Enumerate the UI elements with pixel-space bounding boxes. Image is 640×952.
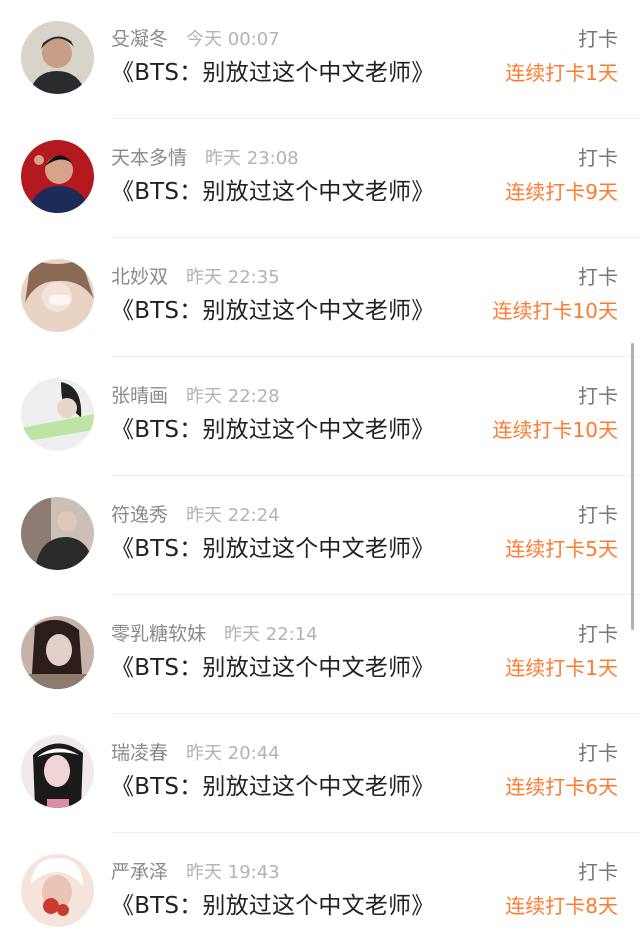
user-name[interactable]: 北妙双	[111, 266, 168, 288]
checkin-label: 打卡	[578, 265, 618, 289]
checkin-list: 殳凝冬 今天 00:07 《BTS：别放过这个中文老师》 打卡 连续打卡1天 天本…	[0, 0, 640, 945]
streak-label: 连续打卡10天	[492, 299, 618, 323]
streak-label: 连续打卡1天	[505, 61, 618, 85]
checkin-label: 打卡	[578, 146, 618, 170]
book-title[interactable]: 《BTS：别放过这个中文老师》	[111, 891, 434, 921]
user-name[interactable]: 瑞凌春	[111, 742, 168, 764]
avatar[interactable]	[21, 616, 94, 689]
user-name[interactable]: 殳凝冬	[111, 28, 168, 50]
avatar[interactable]	[21, 854, 94, 927]
user-name[interactable]: 天本多情	[111, 147, 187, 169]
user-name-line: 天本多情 昨天 23:08	[111, 145, 299, 172]
post-time: 昨天 19:43	[186, 862, 280, 883]
post-time: 昨天 22:28	[186, 386, 280, 407]
post-time: 昨天 20:44	[186, 743, 280, 764]
list-item[interactable]: 严承泽 昨天 19:43 《BTS：别放过这个中文老师》 打卡 连续打卡8天	[0, 833, 640, 952]
streak-label: 连续打卡10天	[492, 418, 618, 442]
user-name[interactable]: 张晴画	[111, 385, 168, 407]
user-name[interactable]: 零乳糖软妹	[111, 623, 206, 645]
avatar-image	[21, 497, 94, 570]
avatar[interactable]	[21, 140, 94, 213]
list-item[interactable]: 符逸秀 昨天 22:24 《BTS：别放过这个中文老师》 打卡 连续打卡5天	[0, 476, 640, 595]
book-title[interactable]: 《BTS：别放过这个中文老师》	[111, 58, 434, 88]
list-item[interactable]: 北妙双 昨天 22:35 《BTS：别放过这个中文老师》 打卡 连续打卡10天	[0, 238, 640, 357]
avatar-image	[21, 259, 94, 332]
checkin-label: 打卡	[578, 503, 618, 527]
book-title[interactable]: 《BTS：别放过这个中文老师》	[111, 296, 434, 326]
streak-label: 连续打卡5天	[505, 537, 618, 561]
avatar-image	[21, 21, 94, 94]
list-item[interactable]: 零乳糖软妹 昨天 22:14 《BTS：别放过这个中文老师》 打卡 连续打卡1天	[0, 595, 640, 714]
streak-label: 连续打卡6天	[505, 775, 618, 799]
user-name[interactable]: 符逸秀	[111, 504, 168, 526]
checkin-label: 打卡	[578, 860, 618, 884]
post-time: 昨天 22:24	[186, 505, 280, 526]
book-title[interactable]: 《BTS：别放过这个中文老师》	[111, 653, 434, 683]
user-name-line: 北妙双 昨天 22:35	[111, 264, 280, 291]
user-name[interactable]: 严承泽	[111, 861, 168, 883]
avatar-image	[21, 378, 94, 451]
book-title[interactable]: 《BTS：别放过这个中文老师》	[111, 772, 434, 802]
post-time: 昨天 23:08	[205, 148, 299, 169]
avatar[interactable]	[21, 735, 94, 808]
list-item[interactable]: 天本多情 昨天 23:08 《BTS：别放过这个中文老师》 打卡 连续打卡9天	[0, 119, 640, 238]
book-title[interactable]: 《BTS：别放过这个中文老师》	[111, 534, 434, 564]
avatar-image	[21, 140, 94, 213]
streak-label: 连续打卡9天	[505, 180, 618, 204]
checkin-label: 打卡	[578, 622, 618, 646]
streak-label: 连续打卡8天	[505, 894, 618, 918]
list-item[interactable]: 瑞凌春 昨天 20:44 《BTS：别放过这个中文老师》 打卡 连续打卡6天	[0, 714, 640, 833]
user-name-line: 瑞凌春 昨天 20:44	[111, 740, 280, 767]
checkin-label: 打卡	[578, 384, 618, 408]
avatar-image	[21, 616, 94, 689]
book-title[interactable]: 《BTS：别放过这个中文老师》	[111, 415, 434, 445]
avatar-image	[21, 854, 94, 927]
user-name-line: 张晴画 昨天 22:28	[111, 383, 280, 410]
avatar[interactable]	[21, 21, 94, 94]
post-time: 今天 00:07	[186, 29, 280, 50]
checkin-label: 打卡	[578, 741, 618, 765]
post-time: 昨天 22:14	[224, 624, 318, 645]
checkin-label: 打卡	[578, 27, 618, 51]
user-name-line: 零乳糖软妹 昨天 22:14	[111, 621, 318, 648]
book-title[interactable]: 《BTS：别放过这个中文老师》	[111, 177, 434, 207]
user-name-line: 殳凝冬 今天 00:07	[111, 26, 280, 53]
avatar[interactable]	[21, 378, 94, 451]
user-name-line: 符逸秀 昨天 22:24	[111, 502, 280, 529]
list-item[interactable]: 张晴画 昨天 22:28 《BTS：别放过这个中文老师》 打卡 连续打卡10天	[0, 357, 640, 476]
avatar[interactable]	[21, 259, 94, 332]
user-name-line: 严承泽 昨天 19:43	[111, 859, 280, 886]
streak-label: 连续打卡1天	[505, 656, 618, 680]
avatar-image	[21, 735, 94, 808]
post-time: 昨天 22:35	[186, 267, 280, 288]
vertical-scrollbar[interactable]	[631, 343, 634, 630]
list-item[interactable]: 殳凝冬 今天 00:07 《BTS：别放过这个中文老师》 打卡 连续打卡1天	[0, 0, 640, 119]
avatar[interactable]	[21, 497, 94, 570]
